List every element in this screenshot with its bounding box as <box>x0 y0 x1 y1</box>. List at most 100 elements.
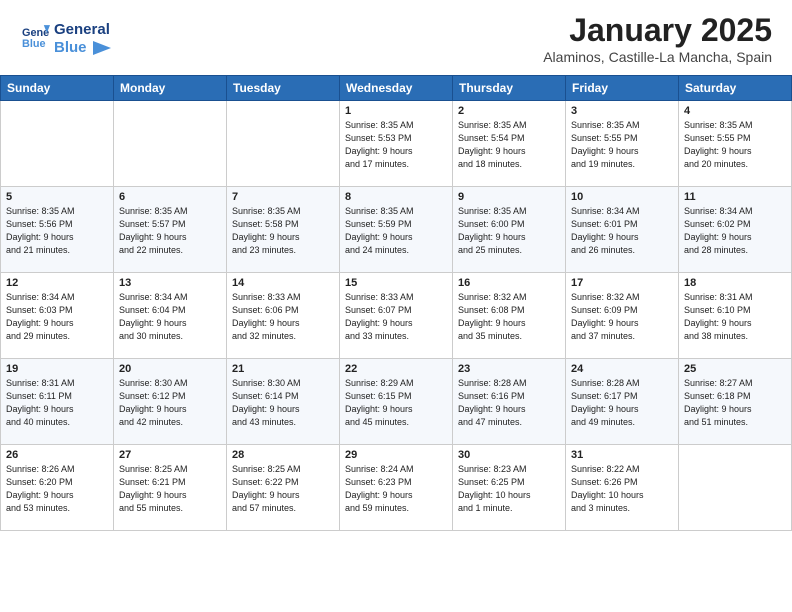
calendar-cell: 22Sunrise: 8:29 AM Sunset: 6:15 PM Dayli… <box>340 359 453 445</box>
day-info: Sunrise: 8:23 AM Sunset: 6:25 PM Dayligh… <box>458 463 560 515</box>
day-info: Sunrise: 8:25 AM Sunset: 6:22 PM Dayligh… <box>232 463 334 515</box>
day-info: Sunrise: 8:22 AM Sunset: 6:26 PM Dayligh… <box>571 463 673 515</box>
calendar-cell: 15 Sunrise: 8:33 AM Sunset: 6:07 PM Dayli… <box>340 273 453 359</box>
day-info: Sunrise: 8:35 AM Sunset: 5:56 PM Dayligh… <box>6 205 108 257</box>
calendar-cell: 5 Sunrise: 8:35 AM Sunset: 5:56 PM Daylig… <box>1 187 114 273</box>
calendar-cell: 25 Sunrise: 8:27 AM Sunset: 6:18 PM Dayli… <box>679 359 792 445</box>
logo: General Blue General Blue <box>20 21 111 57</box>
day-number: 6 <box>119 191 221 203</box>
calendar-cell: 31Sunrise: 8:22 AM Sunset: 6:26 PM Dayli… <box>566 445 679 531</box>
day-number: 14 <box>232 277 334 289</box>
calendar-cell: 17 Sunrise: 8:32 AM Sunset: 6:09 PM Dayli… <box>566 273 679 359</box>
calendar-cell: 30 Sunrise: 8:23 AM Sunset: 6:25 PM Dayli… <box>453 445 566 531</box>
calendar-cell: 14 Sunrise: 8:33 AM Sunset: 6:06 PM Dayli… <box>227 273 340 359</box>
day-number: 13 <box>119 277 221 289</box>
day-info: Sunrise: 8:28 AM Sunset: 6:16 PM Dayligh… <box>458 377 560 429</box>
calendar-week-row: 12Sunrise: 8:34 AM Sunset: 6:03 PM Dayli… <box>1 273 792 359</box>
day-number: 27 <box>119 449 221 461</box>
day-number: 22 <box>345 363 447 375</box>
day-info: Sunrise: 8:34 AM Sunset: 6:01 PM Dayligh… <box>571 205 673 257</box>
calendar-cell: 4 Sunrise: 8:35 AM Sunset: 5:55 PM Daylig… <box>679 101 792 187</box>
day-number: 29 <box>345 449 447 461</box>
calendar-cell: 24Sunrise: 8:28 AM Sunset: 6:17 PM Dayli… <box>566 359 679 445</box>
calendar-week-row: 26Sunrise: 8:26 AM Sunset: 6:20 PM Dayli… <box>1 445 792 531</box>
day-number: 3 <box>571 105 673 117</box>
weekday-header-row: SundayMondayTuesdayWednesdayThursdayFrid… <box>1 76 792 101</box>
day-info: Sunrise: 8:35 AM Sunset: 5:55 PM Dayligh… <box>684 119 786 171</box>
day-number: 12 <box>6 277 108 289</box>
day-number: 16 <box>458 277 560 289</box>
day-number: 19 <box>6 363 108 375</box>
calendar-cell: 3 Sunrise: 8:35 AM Sunset: 5:55 PM Daylig… <box>566 101 679 187</box>
day-info: Sunrise: 8:27 AM Sunset: 6:18 PM Dayligh… <box>684 377 786 429</box>
calendar-week-row: 19 Sunrise: 8:31 AM Sunset: 6:11 PM Dayli… <box>1 359 792 445</box>
day-number: 20 <box>119 363 221 375</box>
calendar-cell: 8Sunrise: 8:35 AM Sunset: 5:59 PM Daylig… <box>340 187 453 273</box>
day-number: 23 <box>458 363 560 375</box>
calendar-cell: 23 Sunrise: 8:28 AM Sunset: 6:16 PM Dayli… <box>453 359 566 445</box>
day-info: Sunrise: 8:30 AM Sunset: 6:14 PM Dayligh… <box>232 377 334 429</box>
title-area: January 2025 Alaminos, Castille-La Manch… <box>543 12 772 65</box>
svg-text:Blue: Blue <box>22 38 46 50</box>
day-number: 24 <box>571 363 673 375</box>
calendar-cell: 20 Sunrise: 8:30 AM Sunset: 6:12 PM Dayli… <box>114 359 227 445</box>
calendar-page: General Blue General Blue January 2025 A… <box>0 0 792 612</box>
calendar-cell: 13Sunrise: 8:34 AM Sunset: 6:04 PM Dayli… <box>114 273 227 359</box>
logo-blue: Blue <box>54 39 111 57</box>
calendar-cell <box>227 101 340 187</box>
day-number: 15 <box>345 277 447 289</box>
calendar-week-row: 5 Sunrise: 8:35 AM Sunset: 5:56 PM Daylig… <box>1 187 792 273</box>
day-info: Sunrise: 8:31 AM Sunset: 6:11 PM Dayligh… <box>6 377 108 429</box>
day-number: 30 <box>458 449 560 461</box>
calendar-cell: 29Sunrise: 8:24 AM Sunset: 6:23 PM Dayli… <box>340 445 453 531</box>
logo-icon: General Blue <box>22 22 50 50</box>
day-number: 25 <box>684 363 786 375</box>
day-number: 17 <box>571 277 673 289</box>
day-info: Sunrise: 8:35 AM Sunset: 5:55 PM Dayligh… <box>571 119 673 171</box>
day-number: 28 <box>232 449 334 461</box>
day-info: Sunrise: 8:35 AM Sunset: 5:57 PM Dayligh… <box>119 205 221 257</box>
calendar-cell: 19 Sunrise: 8:31 AM Sunset: 6:11 PM Dayli… <box>1 359 114 445</box>
day-number: 2 <box>458 105 560 117</box>
weekday-header-saturday: Saturday <box>679 76 792 101</box>
calendar-cell: 2 Sunrise: 8:35 AM Sunset: 5:54 PM Daylig… <box>453 101 566 187</box>
calendar-cell: 1Sunrise: 8:35 AM Sunset: 5:53 PM Daylig… <box>340 101 453 187</box>
day-number: 4 <box>684 105 786 117</box>
calendar-cell: 18Sunrise: 8:31 AM Sunset: 6:10 PM Dayli… <box>679 273 792 359</box>
calendar-table: SundayMondayTuesdayWednesdayThursdayFrid… <box>0 75 792 531</box>
day-number: 21 <box>232 363 334 375</box>
day-info: Sunrise: 8:33 AM Sunset: 6:07 PM Dayligh… <box>345 291 447 343</box>
calendar-cell <box>679 445 792 531</box>
day-info: Sunrise: 8:34 AM Sunset: 6:02 PM Dayligh… <box>684 205 786 257</box>
month-title: January 2025 <box>543 12 772 49</box>
calendar-cell: 16Sunrise: 8:32 AM Sunset: 6:08 PM Dayli… <box>453 273 566 359</box>
day-info: Sunrise: 8:33 AM Sunset: 6:06 PM Dayligh… <box>232 291 334 343</box>
location: Alaminos, Castille-La Mancha, Spain <box>543 49 772 65</box>
weekday-header-thursday: Thursday <box>453 76 566 101</box>
calendar-cell: 7Sunrise: 8:35 AM Sunset: 5:58 PM Daylig… <box>227 187 340 273</box>
calendar-week-row: 1Sunrise: 8:35 AM Sunset: 5:53 PM Daylig… <box>1 101 792 187</box>
calendar-cell: 21 Sunrise: 8:30 AM Sunset: 6:14 PM Dayli… <box>227 359 340 445</box>
calendar-cell: 26Sunrise: 8:26 AM Sunset: 6:20 PM Dayli… <box>1 445 114 531</box>
day-number: 8 <box>345 191 447 203</box>
calendar-cell: 12Sunrise: 8:34 AM Sunset: 6:03 PM Dayli… <box>1 273 114 359</box>
weekday-header-tuesday: Tuesday <box>227 76 340 101</box>
calendar-cell: 11Sunrise: 8:34 AM Sunset: 6:02 PM Dayli… <box>679 187 792 273</box>
day-number: 1 <box>345 105 447 117</box>
day-info: Sunrise: 8:35 AM Sunset: 6:00 PM Dayligh… <box>458 205 560 257</box>
weekday-header-friday: Friday <box>566 76 679 101</box>
day-info: Sunrise: 8:30 AM Sunset: 6:12 PM Dayligh… <box>119 377 221 429</box>
day-info: Sunrise: 8:35 AM Sunset: 5:54 PM Dayligh… <box>458 119 560 171</box>
weekday-header-wednesday: Wednesday <box>340 76 453 101</box>
header: General Blue General Blue January 2025 A… <box>0 0 792 71</box>
calendar-cell: 10 Sunrise: 8:34 AM Sunset: 6:01 PM Dayli… <box>566 187 679 273</box>
day-info: Sunrise: 8:25 AM Sunset: 6:21 PM Dayligh… <box>119 463 221 515</box>
weekday-header-monday: Monday <box>114 76 227 101</box>
day-number: 9 <box>458 191 560 203</box>
day-info: Sunrise: 8:26 AM Sunset: 6:20 PM Dayligh… <box>6 463 108 515</box>
calendar-cell: 28 Sunrise: 8:25 AM Sunset: 6:22 PM Dayli… <box>227 445 340 531</box>
day-number: 5 <box>6 191 108 203</box>
logo-general: General <box>54 21 111 39</box>
day-info: Sunrise: 8:32 AM Sunset: 6:09 PM Dayligh… <box>571 291 673 343</box>
day-number: 10 <box>571 191 673 203</box>
